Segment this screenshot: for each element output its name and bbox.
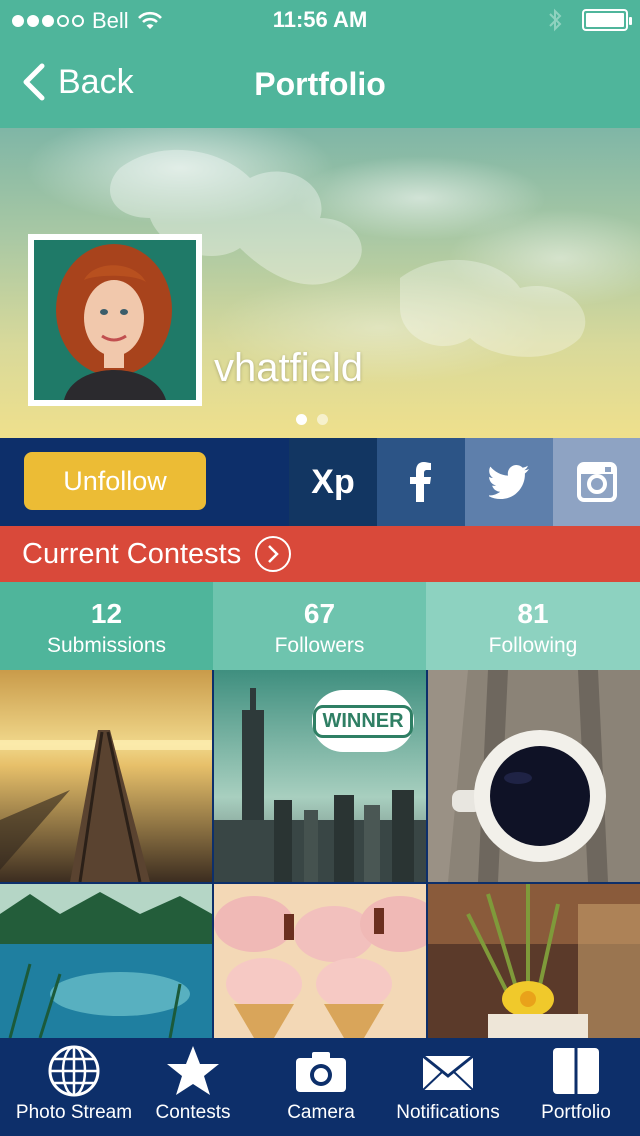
winner-badge: WINNER	[312, 690, 414, 752]
battery-icon	[582, 9, 632, 31]
stat-submissions-label: Submissions	[46, 634, 167, 657]
current-contests-link[interactable]: Current Contests	[0, 526, 640, 582]
pager-dot[interactable]	[317, 414, 328, 425]
stat-followers-label: Followers	[274, 634, 365, 657]
twitter-icon	[489, 465, 529, 499]
photo-cupcakes[interactable]	[214, 884, 426, 1038]
stat-submissions[interactable]: 12 Submissions	[0, 582, 213, 670]
tab-notifications-label: Notifications	[396, 1102, 500, 1123]
globe-icon	[48, 1045, 100, 1097]
instagram-icon	[576, 462, 617, 502]
tab-photo-stream[interactable]: Photo Stream	[8, 1044, 140, 1124]
username: vhatfield	[214, 346, 363, 390]
photo-pier-sunset[interactable]	[0, 670, 212, 882]
star-icon	[167, 1046, 219, 1095]
stat-following-label: Following	[488, 634, 578, 657]
pager-dot-active[interactable]	[296, 414, 307, 425]
bluetooth-icon	[548, 8, 562, 38]
instagram-button[interactable]	[553, 438, 640, 526]
stat-followers[interactable]: 67 Followers	[213, 582, 426, 670]
xp-button[interactable]: Xp	[289, 438, 377, 526]
tab-portfolio-label: Portfolio	[541, 1102, 611, 1123]
profile-photo	[34, 240, 196, 400]
tab-photo-stream-label: Photo Stream	[15, 1102, 133, 1123]
stat-following[interactable]: 81 Following	[426, 582, 640, 670]
chevron-right-icon	[255, 536, 292, 572]
winner-badge-label: WINNER	[313, 704, 413, 738]
stat-submissions-value: 12	[90, 598, 123, 629]
current-contests-label: Current Contests	[22, 537, 242, 570]
tab-contests-label: Contests	[155, 1102, 231, 1123]
tab-contests[interactable]: Contests	[148, 1044, 238, 1124]
tab-portfolio[interactable]: Portfolio	[530, 1044, 622, 1124]
envelope-icon	[422, 1054, 474, 1091]
page-title: Portfolio	[254, 66, 386, 102]
photo-coffee-cup[interactable]	[428, 670, 640, 882]
camera-icon	[296, 1052, 346, 1092]
photo-city-skyline[interactable]: WINNER	[214, 670, 426, 882]
facebook-button[interactable]	[377, 438, 465, 526]
avatar[interactable]	[28, 234, 202, 406]
status-time: 11:56 AM	[272, 7, 368, 32]
facebook-icon	[410, 462, 431, 502]
twitter-button[interactable]	[465, 438, 553, 526]
book-icon	[553, 1048, 599, 1094]
tab-notifications[interactable]: Notifications	[388, 1044, 508, 1124]
cover-pager[interactable]	[296, 414, 328, 425]
tab-camera-label: Camera	[287, 1102, 355, 1123]
stat-following-value: 81	[517, 598, 549, 629]
tab-camera[interactable]: Camera	[276, 1044, 366, 1124]
unfollow-button[interactable]: Unfollow	[24, 452, 206, 510]
stat-followers-value: 67	[303, 598, 336, 629]
photo-lake-reflection[interactable]	[0, 884, 212, 1038]
photo-daffodil[interactable]	[428, 884, 640, 1038]
